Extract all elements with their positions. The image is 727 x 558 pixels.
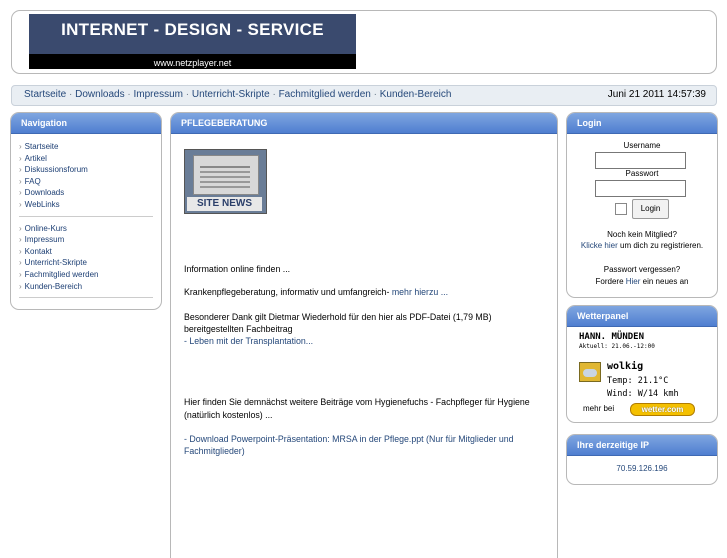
current-datetime: Juni 21 2011 14:57:39 xyxy=(607,89,706,100)
navigation-panel: Navigation StartseiteArtikelDiskussionsf… xyxy=(10,112,162,310)
weather-temperature: Temp: 21.1°C xyxy=(607,376,669,386)
consulting-text: Krankenpflegeberatung, informativ und um… xyxy=(184,287,392,298)
paragraph-consulting: Krankenpflegeberatung, informativ und um… xyxy=(184,286,549,298)
register-link[interactable]: Klicke hier xyxy=(581,241,618,250)
site-news-label: SITE NEWS xyxy=(187,197,262,211)
main-text: Information online finden ... Krankenpfl… xyxy=(184,263,549,458)
navigation-list: StartseiteArtikelDiskussionsforumFAQDown… xyxy=(19,141,153,304)
top-nav-separator: · xyxy=(66,89,76,100)
main-content-panel: PFLEGEBERATUNG SITE NEWS Information onl… xyxy=(170,112,558,558)
nav-item-unterricht-skripte[interactable]: Unterricht-Skripte xyxy=(19,257,153,269)
top-nav-separator: · xyxy=(182,89,192,100)
nav-item-kunden-bereich[interactable]: Kunden-Bereich xyxy=(19,281,153,293)
nav-item-fachmitglied-werden[interactable]: Fachmitglied werden xyxy=(19,269,153,281)
nav-item-online-kurs[interactable]: Online-Kurs xyxy=(19,223,153,235)
weather-updated: Aktuell: 21.06.-12:00 xyxy=(579,343,655,350)
thanks-text: Besonderer Dank gilt Dietmar Wiederhold … xyxy=(184,311,492,334)
nav-item-weblinks[interactable]: WebLinks xyxy=(19,199,153,211)
top-nav-link-fachmitglied-werden[interactable]: Fachmitglied werden xyxy=(279,89,371,100)
weather-wind: Wind: W/14 kmh xyxy=(607,389,679,399)
new-password-link[interactable]: Hier xyxy=(626,277,641,286)
weather-more-text: mehr bei xyxy=(583,404,615,413)
weather-panel-title: Wetterpanel xyxy=(567,306,717,327)
nav-item-faq[interactable]: FAQ xyxy=(19,176,153,188)
top-nav-separator: · xyxy=(269,89,279,100)
weather-city: HANN. MÜNDEN xyxy=(579,332,645,342)
newspaper-icon xyxy=(193,155,259,195)
site-news-image[interactable]: SITE NEWS xyxy=(184,149,267,214)
top-nav-link-startseite[interactable]: Startseite xyxy=(24,89,66,100)
nav-item-downloads[interactable]: Downloads xyxy=(19,187,153,199)
nav-item-startseite[interactable]: Startseite xyxy=(19,141,153,153)
weather-condition: wolkig xyxy=(607,361,644,372)
transplantation-link[interactable]: - Leben mit der Transplantation... xyxy=(184,335,549,347)
nav-divider xyxy=(19,297,153,299)
request-suffix: ein neues an xyxy=(640,277,689,286)
main-panel-title: PFLEGEBERATUNG xyxy=(171,113,557,134)
login-button[interactable]: Login xyxy=(632,199,669,219)
hygiene-text: Hier finden Sie demnächst weitere Beiträ… xyxy=(184,397,530,408)
login-panel: Login Username Passwort Login Noch kein … xyxy=(566,112,718,298)
mrsa-download-link[interactable]: - Download Powerpoint-Präsentation: MRSA… xyxy=(184,433,549,458)
request-prefix: Fordere xyxy=(595,277,626,286)
wetter-com-logo[interactable]: wetter.com xyxy=(630,403,695,416)
weather-panel: Wetterpanel HANN. MÜNDEN Aktuell: 21.06.… xyxy=(566,305,718,423)
no-member-text: Noch kein Mitglied? xyxy=(607,230,677,239)
ip-panel-title: Ihre derzeitige IP xyxy=(567,435,717,456)
banner-title: INTERNET - DESIGN - SERVICE xyxy=(61,20,324,39)
cloudy-icon xyxy=(579,362,601,382)
top-nav-link-impressum[interactable]: Impressum xyxy=(134,89,183,100)
ip-panel: Ihre derzeitige IP 70.59.126.196 xyxy=(566,434,718,485)
top-nav-link-downloads[interactable]: Downloads xyxy=(75,89,124,100)
nav-item-impressum[interactable]: Impressum xyxy=(19,234,153,246)
username-input[interactable] xyxy=(595,152,686,169)
password-input[interactable] xyxy=(595,180,686,197)
intro-text: Information online finden ... xyxy=(184,264,291,274)
site-banner[interactable]: INTERNET - DESIGN - SERVICE www.netzplay… xyxy=(29,14,356,69)
password-label: Passwort xyxy=(625,169,659,178)
top-nav-links: Startseite · Downloads · Impressum · Unt… xyxy=(24,89,451,100)
new-password-line: Fordere Hier ein neues an xyxy=(567,277,717,286)
top-nav-link-unterricht-skripte[interactable]: Unterricht-Skripte xyxy=(192,89,270,100)
remember-checkbox[interactable] xyxy=(615,203,627,215)
nav-item-artikel[interactable]: Artikel xyxy=(19,153,153,165)
weather-card[interactable]: HANN. MÜNDEN Aktuell: 21.06.-12:00 wolki… xyxy=(579,332,704,399)
top-nav-separator: · xyxy=(370,89,380,100)
register-line: Klicke hier um dich zu registrieren. xyxy=(567,241,717,250)
top-nav-separator: · xyxy=(124,89,134,100)
ip-address: 70.59.126.196 xyxy=(616,464,668,473)
navigation-panel-title: Navigation xyxy=(11,113,161,134)
free-note: (natürlich kostenlos) ... xyxy=(184,409,273,420)
top-nav-link-kunden-bereich[interactable]: Kunden-Bereich xyxy=(380,89,452,100)
top-navigation-bar: Startseite · Downloads · Impressum · Unt… xyxy=(11,85,717,106)
forgot-password-text: Passwort vergessen? xyxy=(603,265,681,274)
banner-subtitle: www.netzplayer.net xyxy=(153,58,232,68)
nav-item-diskussionsforum[interactable]: Diskussionsforum xyxy=(19,164,153,176)
username-label: Username xyxy=(623,141,661,150)
more-link[interactable]: mehr hierzu ... xyxy=(392,287,448,297)
nav-divider xyxy=(19,215,153,217)
login-panel-title: Login xyxy=(567,113,717,134)
nav-item-kontakt[interactable]: Kontakt xyxy=(19,246,153,258)
register-text: um dich zu registrieren. xyxy=(617,241,704,250)
